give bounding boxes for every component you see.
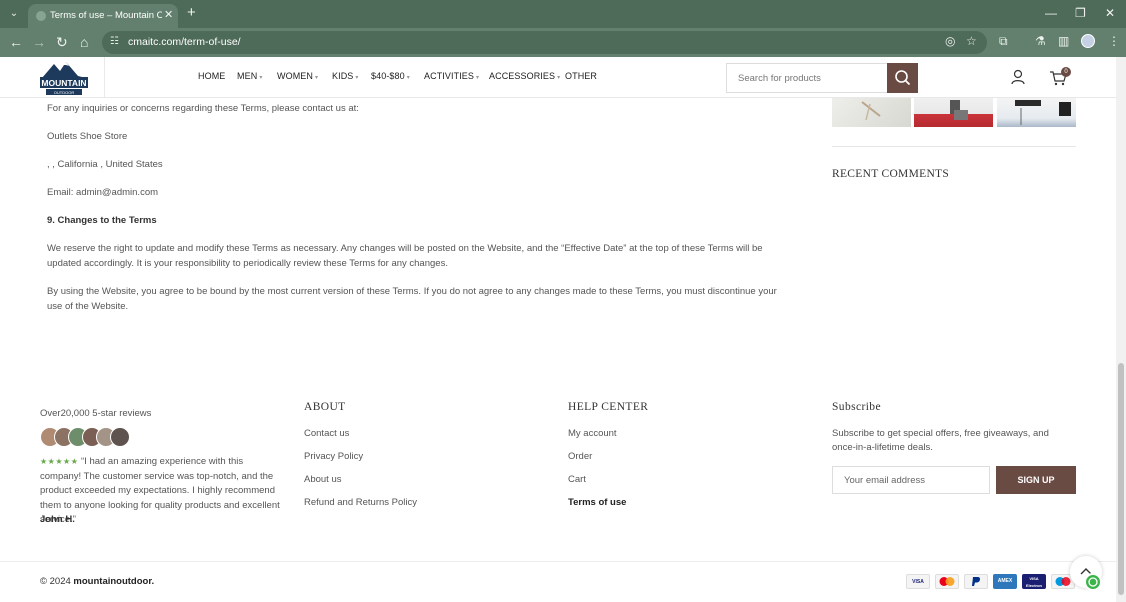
footer-link-refund[interactable]: Refund and Returns Policy (304, 497, 417, 508)
site-logo[interactable]: MOUNTAIN OUTDOOR (38, 60, 90, 96)
copyright-site: mountainoutdoor. (73, 576, 155, 587)
recent-comments-heading: RECENT COMMENTS (832, 168, 950, 180)
sign-up-button[interactable]: SIGN UP (996, 466, 1076, 494)
email-input[interactable]: Your email address (832, 466, 990, 494)
profile-icon[interactable] (1081, 34, 1095, 48)
tab-search-icon[interactable]: ⌄ (6, 6, 22, 22)
subscribe-text: Subscribe to get special offers, free gi… (832, 428, 1049, 453)
chevron-down-icon: ▾ (557, 75, 561, 81)
nav-item-kids[interactable]: KIDS ▾ (332, 71, 359, 81)
url-text: cmaitc.com/term-of-use/ (128, 36, 241, 48)
address-bar: ← → ↻ ⌂ ☷ cmaitc.com/term-of-use/ ◎ ☆ ⧉ … (0, 28, 1126, 57)
chevron-down-icon: ▾ (406, 75, 410, 81)
contact-intro-text: For any inquiries or concerns regarding … (47, 103, 359, 114)
changes-paragraph: We reserve the right to update and modif… (47, 243, 763, 269)
copyright-year: 2024 (49, 576, 71, 587)
reviewer-name: John H. (40, 514, 75, 525)
help-center-heading: HELP CENTER (568, 401, 649, 413)
footer-link-privacy[interactable]: Privacy Policy (304, 451, 363, 462)
favicon-icon (36, 11, 46, 21)
footer-link-about[interactable]: About us (304, 474, 342, 485)
avatar (110, 427, 130, 447)
user-icon[interactable] (1010, 69, 1026, 85)
email-text: Email: admin@admin.com (47, 187, 159, 198)
nav-item-price-range[interactable]: $40-$80 ▾ (371, 71, 410, 81)
browser-tab-bar: ⌄ Terms of use – Mountain Outdoor ✕ + — … (0, 0, 1126, 28)
logo-text: MOUNTAIN (41, 78, 86, 88)
logo-subtext: OUTDOOR (54, 90, 75, 95)
browser-tab[interactable]: Terms of use – Mountain Outdoor ✕ (28, 4, 178, 28)
footer-link-my-account[interactable]: My account (568, 428, 617, 439)
url-field[interactable]: ☷ cmaitc.com/term-of-use/ (102, 31, 987, 54)
address-text: , , California , United States (47, 159, 163, 170)
copyright: © 2024 mountainoutdoor. (40, 576, 154, 587)
paypal-icon (964, 574, 988, 589)
nav-item-activities[interactable]: ACTIVITIES ▾ (424, 71, 479, 81)
footer-link-contact[interactable]: Contact us (304, 428, 349, 439)
search-input[interactable]: Search for products (726, 63, 888, 93)
star-rating-icon: ★★★★★ (40, 457, 79, 466)
nav-item-home[interactable]: HOME (198, 71, 225, 81)
subscribe-heading: Subscribe (832, 401, 881, 413)
close-icon[interactable]: ✕ (164, 8, 173, 21)
cart-count-badge: 0 (1061, 67, 1071, 77)
star-icon[interactable]: ☆ (966, 34, 977, 48)
visa-icon: VISA (906, 574, 930, 589)
nav-item-women[interactable]: WOMEN ▾ (277, 71, 318, 81)
header-divider (104, 57, 105, 97)
forward-icon[interactable]: → (32, 34, 46, 50)
footer-divider (0, 561, 1116, 562)
nav-item-men[interactable]: MEN ▾ (237, 71, 262, 81)
home-icon[interactable]: ⌂ (80, 34, 88, 50)
footer-link-order[interactable]: Order (568, 451, 592, 462)
chat-icon[interactable] (1084, 573, 1102, 591)
page-scrollbar[interactable] (1116, 57, 1126, 602)
mountain-logo-icon: MOUNTAIN OUTDOOR (40, 62, 88, 95)
search-button[interactable] (887, 63, 918, 93)
site-header: MOUNTAIN OUTDOOR HOME MEN ▾ WOMEN ▾ KIDS ▾ … (0, 57, 1116, 98)
minimize-icon[interactable]: — (1045, 6, 1057, 20)
plus-icon[interactable]: + (187, 4, 196, 21)
maximize-icon[interactable]: ❐ (1075, 6, 1086, 20)
nav-item-other[interactable]: OTHER (565, 71, 597, 81)
email-placeholder: Your email address (844, 475, 925, 486)
scrollbar-thumb[interactable] (1118, 363, 1124, 595)
kebab-menu-icon[interactable]: ⋮ (1108, 34, 1120, 48)
reviews-title: Over20,000 5-star reviews (40, 408, 152, 419)
chevron-down-icon: ▾ (476, 75, 480, 81)
labs-icon[interactable]: ⚗ (1035, 34, 1046, 48)
eye-off-icon[interactable]: ◎ (945, 34, 955, 48)
store-name-text: Outlets Shoe Store (47, 131, 128, 142)
section-heading: 9. Changes to the Terms (47, 215, 157, 226)
copyright-icon: © (40, 576, 47, 587)
site-info-icon[interactable]: ☷ (110, 36, 119, 47)
sidebar-thumbnail[interactable] (997, 98, 1076, 127)
chevron-down-icon: ▾ (315, 75, 319, 81)
sidebar-divider (832, 146, 1076, 147)
reload-icon[interactable]: ↻ (56, 34, 68, 51)
footer-link-terms[interactable]: Terms of use (568, 497, 626, 508)
agreement-paragraph: By using the Website, you agree to be bo… (47, 286, 777, 312)
window-close-icon[interactable]: ✕ (1105, 6, 1115, 20)
mastercard-icon (935, 574, 959, 589)
sidebar-thumbnail[interactable] (832, 98, 911, 127)
tab-title: Terms of use – Mountain Outdoor (50, 10, 162, 21)
search-icon (895, 70, 911, 86)
review-text: “I had an amazing experience with this c… (40, 456, 280, 525)
footer-link-cart[interactable]: Cart (568, 474, 586, 485)
visa-electron-icon: VISA Electron (1022, 574, 1046, 589)
about-heading: ABOUT (304, 401, 346, 413)
sidebar-thumbnail[interactable] (914, 98, 993, 127)
nav-item-accessories[interactable]: ACCESSORIES ▾ (489, 71, 560, 81)
amex-icon: AMEX (993, 574, 1017, 589)
extensions-icon[interactable]: ⧉ (999, 34, 1008, 49)
reviewer-avatars (40, 427, 130, 448)
search-placeholder: Search for products (738, 73, 821, 84)
back-icon[interactable]: ← (9, 34, 23, 50)
sidebar-icon[interactable]: ▥ (1058, 34, 1069, 48)
review-quote: ★★★★★ “I had an amazing experience with … (40, 455, 280, 528)
chevron-down-icon: ▾ (355, 75, 359, 81)
chevron-down-icon: ▾ (259, 75, 263, 81)
